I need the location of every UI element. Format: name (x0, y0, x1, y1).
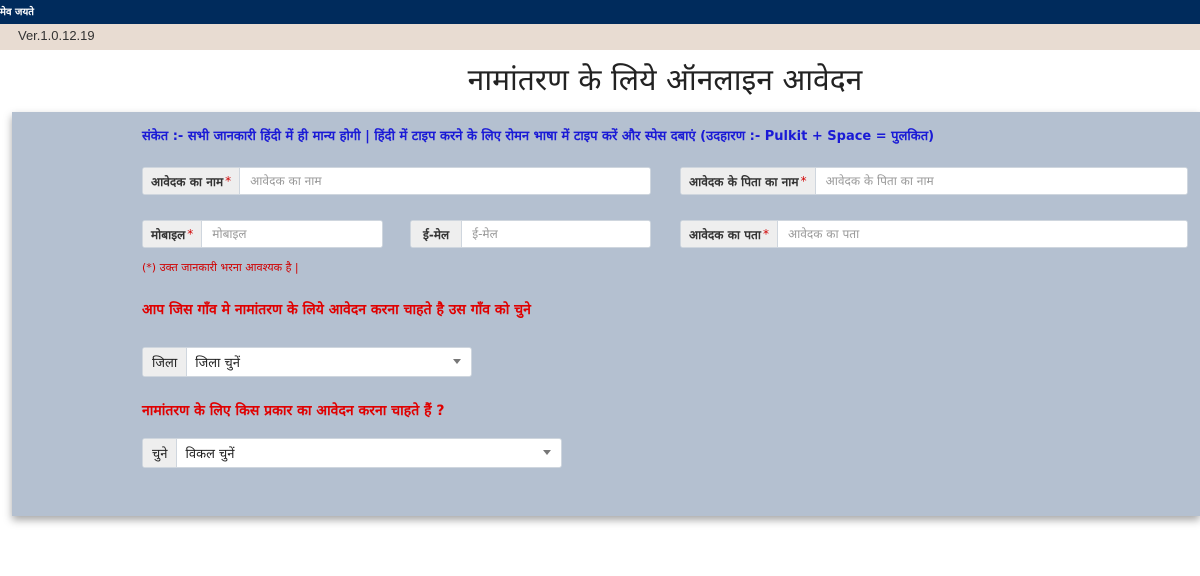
district-selected-value: जिला चुनें (195, 356, 240, 371)
version-bar: Ver.1.0.12.19 (0, 24, 1200, 50)
header-motto: मेव जयते (0, 7, 34, 18)
email-input[interactable] (462, 221, 650, 247)
required-mark: * (800, 174, 807, 188)
caret-down-icon (453, 359, 461, 364)
mobile-label: मोबाइल * (143, 221, 203, 247)
address-label: आवेदक का पता * (681, 221, 778, 247)
version-label: Ver.1.0.12.19 (18, 28, 95, 43)
district-select[interactable]: जिला चुनें (187, 348, 471, 376)
address-group: आवेदक का पता * (680, 220, 1188, 248)
required-fields-note: (*) उक्त जानकारी भरना आवश्यक है | (142, 261, 299, 274)
applicant-name-group: आवेदक का नाम * (142, 167, 651, 195)
mobile-input[interactable] (202, 221, 382, 247)
address-input[interactable] (777, 221, 1187, 247)
application-type-question: नामांतरण के लिए किस प्रकार का आवेदन करना… (142, 403, 445, 419)
district-label: जिला (143, 348, 188, 376)
father-name-label: आवेदक के पिता का नाम * (681, 168, 816, 194)
email-group: ई-मेल (410, 220, 651, 248)
option-select-group: चुने विकल चुनें (142, 438, 562, 468)
hindi-typing-hint: संकेत :- सभी जानकारी हिंदी में ही मान्य … (142, 129, 935, 144)
page-title: नामांतरण के लिये ऑनलाइन आवेदन (467, 63, 863, 98)
applicant-name-label: आवेदक का नाम * (143, 168, 241, 194)
village-question: आप जिस गाँव मे नामांतरण के लिये आवेदन कर… (142, 302, 531, 318)
required-mark: * (762, 227, 769, 241)
mobile-group: मोबाइल * (142, 220, 383, 248)
father-name-input[interactable] (815, 168, 1187, 194)
district-select-group: जिला जिला चुनें (142, 347, 472, 377)
option-select[interactable]: विकल चुनें (177, 439, 561, 467)
option-label: चुने (143, 439, 178, 467)
email-label: ई-मेल (411, 221, 463, 247)
required-mark: * (187, 227, 194, 241)
option-selected-value: विकल चुनें (185, 447, 235, 462)
required-mark: * (225, 174, 232, 188)
applicant-name-input[interactable] (240, 168, 650, 194)
top-header-bar: मेव जयते (0, 0, 1200, 24)
father-name-group: आवेदक के पिता का नाम * (680, 167, 1188, 195)
caret-down-icon (543, 450, 551, 455)
